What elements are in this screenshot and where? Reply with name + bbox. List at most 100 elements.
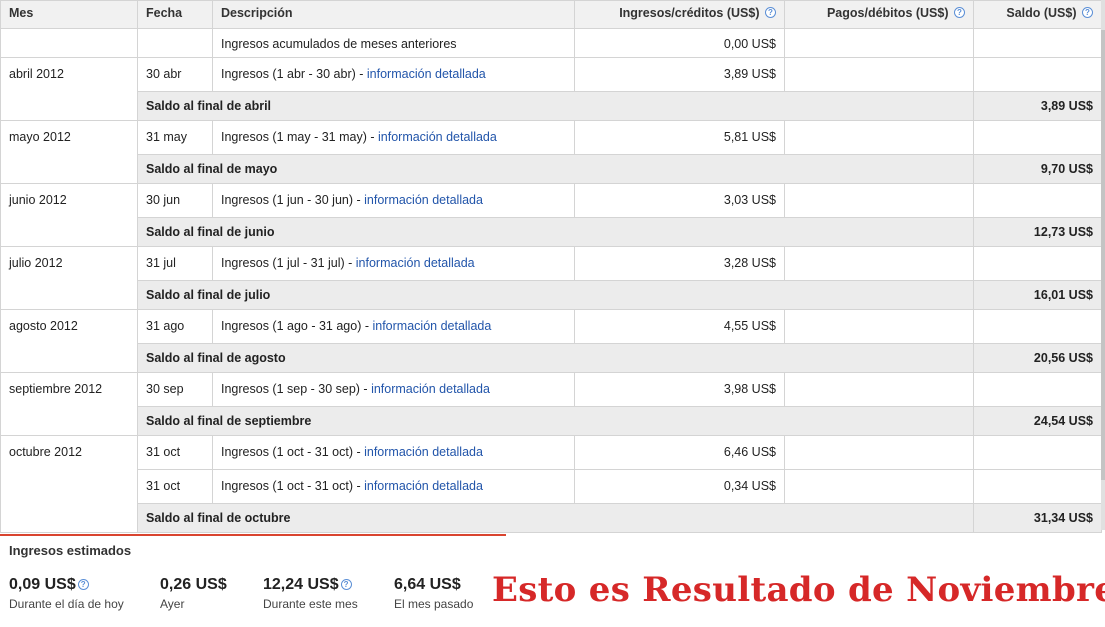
- ingresos-cell: 5,81 US$: [574, 120, 785, 155]
- fecha-cell: 30 jun: [137, 183, 213, 218]
- saldo-cell: [973, 469, 1102, 504]
- metric-value: 6,64 US$: [394, 576, 461, 593]
- table-row: octubre 2012 31 oct Ingresos (1 oct - 31 o…: [0, 435, 1102, 533]
- help-icon[interactable]: ?: [765, 7, 776, 18]
- saldo-cell: [973, 372, 1102, 407]
- metric-last-month: 6,64 US$ El mes pasado: [394, 576, 473, 611]
- descripcion-cell: Ingresos (1 ago - 31 ago) - información …: [212, 309, 575, 344]
- description-text: Ingresos (1 may - 31 may) -: [221, 130, 378, 144]
- balance-label: Saldo al final de septiembre: [137, 406, 974, 436]
- table-header-row: Mes Fecha Descripción Ingresos/créditos …: [0, 0, 1102, 29]
- fecha-cell: 30 abr: [137, 57, 213, 92]
- header-saldo: Saldo (US$) ?: [973, 0, 1102, 29]
- fecha-cell: [137, 28, 213, 58]
- metric-label: Ayer: [160, 597, 185, 611]
- ingresos-cell: 3,03 US$: [574, 183, 785, 218]
- saldo-cell: [973, 28, 1102, 58]
- fecha-cell: 31 may: [137, 120, 213, 155]
- balance-row: Saldo al final de junio 12,73 US$: [1, 217, 1102, 247]
- balance-amount: 20,56 US$: [973, 343, 1102, 373]
- metric-value: 0,09 US$: [9, 576, 76, 593]
- saldo-cell: [973, 309, 1102, 344]
- saldo-cell: [973, 183, 1102, 218]
- mes-cell: [0, 28, 138, 58]
- balance-row: Saldo al final de octubre 31,34 US$: [1, 503, 1102, 533]
- scrollbar-thumb[interactable]: [1101, 30, 1105, 480]
- descripcion-cell: Ingresos (1 jul - 31 jul) - información …: [212, 246, 575, 281]
- metric-label: El mes pasado: [394, 597, 474, 611]
- ingresos-cell: 3,98 US$: [574, 372, 785, 407]
- detail-link[interactable]: información detallada: [364, 445, 483, 459]
- balance-amount: 24,54 US$: [973, 406, 1102, 436]
- description-text: Ingresos (1 ago - 31 ago) -: [221, 319, 373, 333]
- month-cell: mayo 2012: [0, 120, 138, 184]
- descripcion-cell: Ingresos (1 jun - 30 jun) - información …: [212, 183, 575, 218]
- balance-label: Saldo al final de julio: [137, 280, 974, 310]
- header-ingresos: Ingresos/créditos (US$) ?: [574, 0, 785, 29]
- description-text: Ingresos (1 sep - 30 sep) -: [221, 382, 372, 396]
- detail-link[interactable]: información detallada: [364, 193, 483, 207]
- balance-row: Saldo al final de mayo 9,70 US$: [1, 154, 1102, 184]
- detail-link[interactable]: información detallada: [372, 319, 491, 333]
- pagos-cell: [784, 309, 974, 344]
- table-row: junio 2012 30 jun Ingresos (1 jun - 30 jun…: [0, 183, 1102, 247]
- help-icon[interactable]: ?: [340, 579, 352, 590]
- saldo-cell: [973, 246, 1102, 281]
- metric-label: Durante el día de hoy: [9, 597, 124, 611]
- pagos-cell: [784, 469, 974, 504]
- fecha-cell: 31 jul: [137, 246, 213, 281]
- help-icon[interactable]: ?: [77, 579, 89, 590]
- ingresos-cell: 0,34 US$: [574, 469, 785, 504]
- detail-link[interactable]: información detallada: [378, 130, 497, 144]
- pagos-cell: [784, 246, 974, 281]
- balance-row: Saldo al final de agosto 20,56 US$: [1, 343, 1102, 373]
- description-text: Ingresos (1 oct - 31 oct) -: [221, 479, 365, 493]
- metric-label: Durante este mes: [263, 597, 358, 611]
- balance-amount: 12,73 US$: [973, 217, 1102, 247]
- detail-link[interactable]: información detallada: [364, 479, 483, 493]
- fecha-cell: 30 sep: [137, 372, 213, 407]
- balance-amount: 9,70 US$: [973, 154, 1102, 184]
- detail-link[interactable]: información detallada: [367, 67, 486, 81]
- balance-amount: 3,89 US$: [973, 91, 1102, 121]
- ingresos-cell: 3,89 US$: [574, 57, 785, 92]
- saldo-cell: [973, 435, 1102, 470]
- vertical-scrollbar[interactable]: [1101, 0, 1105, 530]
- description-text: Ingresos (1 abr - 30 abr) -: [221, 67, 367, 81]
- descripcion-cell: Ingresos (1 sep - 30 sep) - información …: [212, 372, 575, 407]
- estimated-earnings-title: Ingresos estimados: [9, 543, 132, 558]
- pagos-cell: [784, 372, 974, 407]
- descripcion-cell: Ingresos (1 abr - 30 abr) - información …: [212, 57, 575, 92]
- header-mes: Mes: [0, 0, 138, 29]
- balance-amount: 16,01 US$: [973, 280, 1102, 310]
- saldo-cell: [973, 120, 1102, 155]
- metric-yesterday: 0,26 US$ Ayer: [160, 576, 227, 611]
- metric-value: 12,24 US$: [263, 576, 339, 593]
- fecha-cell: 31 oct: [137, 435, 213, 470]
- help-icon[interactable]: ?: [1082, 7, 1093, 18]
- balance-label: Saldo al final de mayo: [137, 154, 974, 184]
- header-descripcion: Descripción: [212, 0, 575, 29]
- overlay-caption: Esto es Resultado de Noviembre: [492, 570, 1105, 610]
- metric-today: 0,09 US$? Durante el día de hoy: [9, 576, 124, 611]
- pagos-cell: [784, 57, 974, 92]
- pagos-cell: [784, 183, 974, 218]
- detail-link[interactable]: información detallada: [356, 256, 475, 270]
- ingresos-cell: 3,28 US$: [574, 246, 785, 281]
- payments-table: Mes Fecha Descripción Ingresos/créditos …: [0, 0, 1102, 533]
- balance-label: Saldo al final de abril: [137, 91, 974, 121]
- estimated-earnings-panel: Ingresos estimados 0,09 US$? Durante el …: [0, 534, 1105, 627]
- month-cell: septiembre 2012: [0, 372, 138, 436]
- pagos-cell: [784, 28, 974, 58]
- pagos-cell: [784, 120, 974, 155]
- detail-link[interactable]: información detallada: [371, 382, 490, 396]
- table-row: agosto 2012 31 ago Ingresos (1 ago - 31 ag…: [0, 309, 1102, 373]
- table-row: septiembre 2012 30 sep Ingresos (1 sep - 3…: [0, 372, 1102, 436]
- table-row: mayo 2012 31 may Ingresos (1 may - 31 may)…: [0, 120, 1102, 184]
- month-cell: julio 2012: [0, 246, 138, 310]
- ingresos-cell: 0,00 US$: [574, 28, 785, 58]
- balance-row: Saldo al final de julio 16,01 US$: [1, 280, 1102, 310]
- balance-row: Saldo al final de septiembre 24,54 US$: [1, 406, 1102, 436]
- help-icon[interactable]: ?: [954, 7, 965, 18]
- balance-label: Saldo al final de junio: [137, 217, 974, 247]
